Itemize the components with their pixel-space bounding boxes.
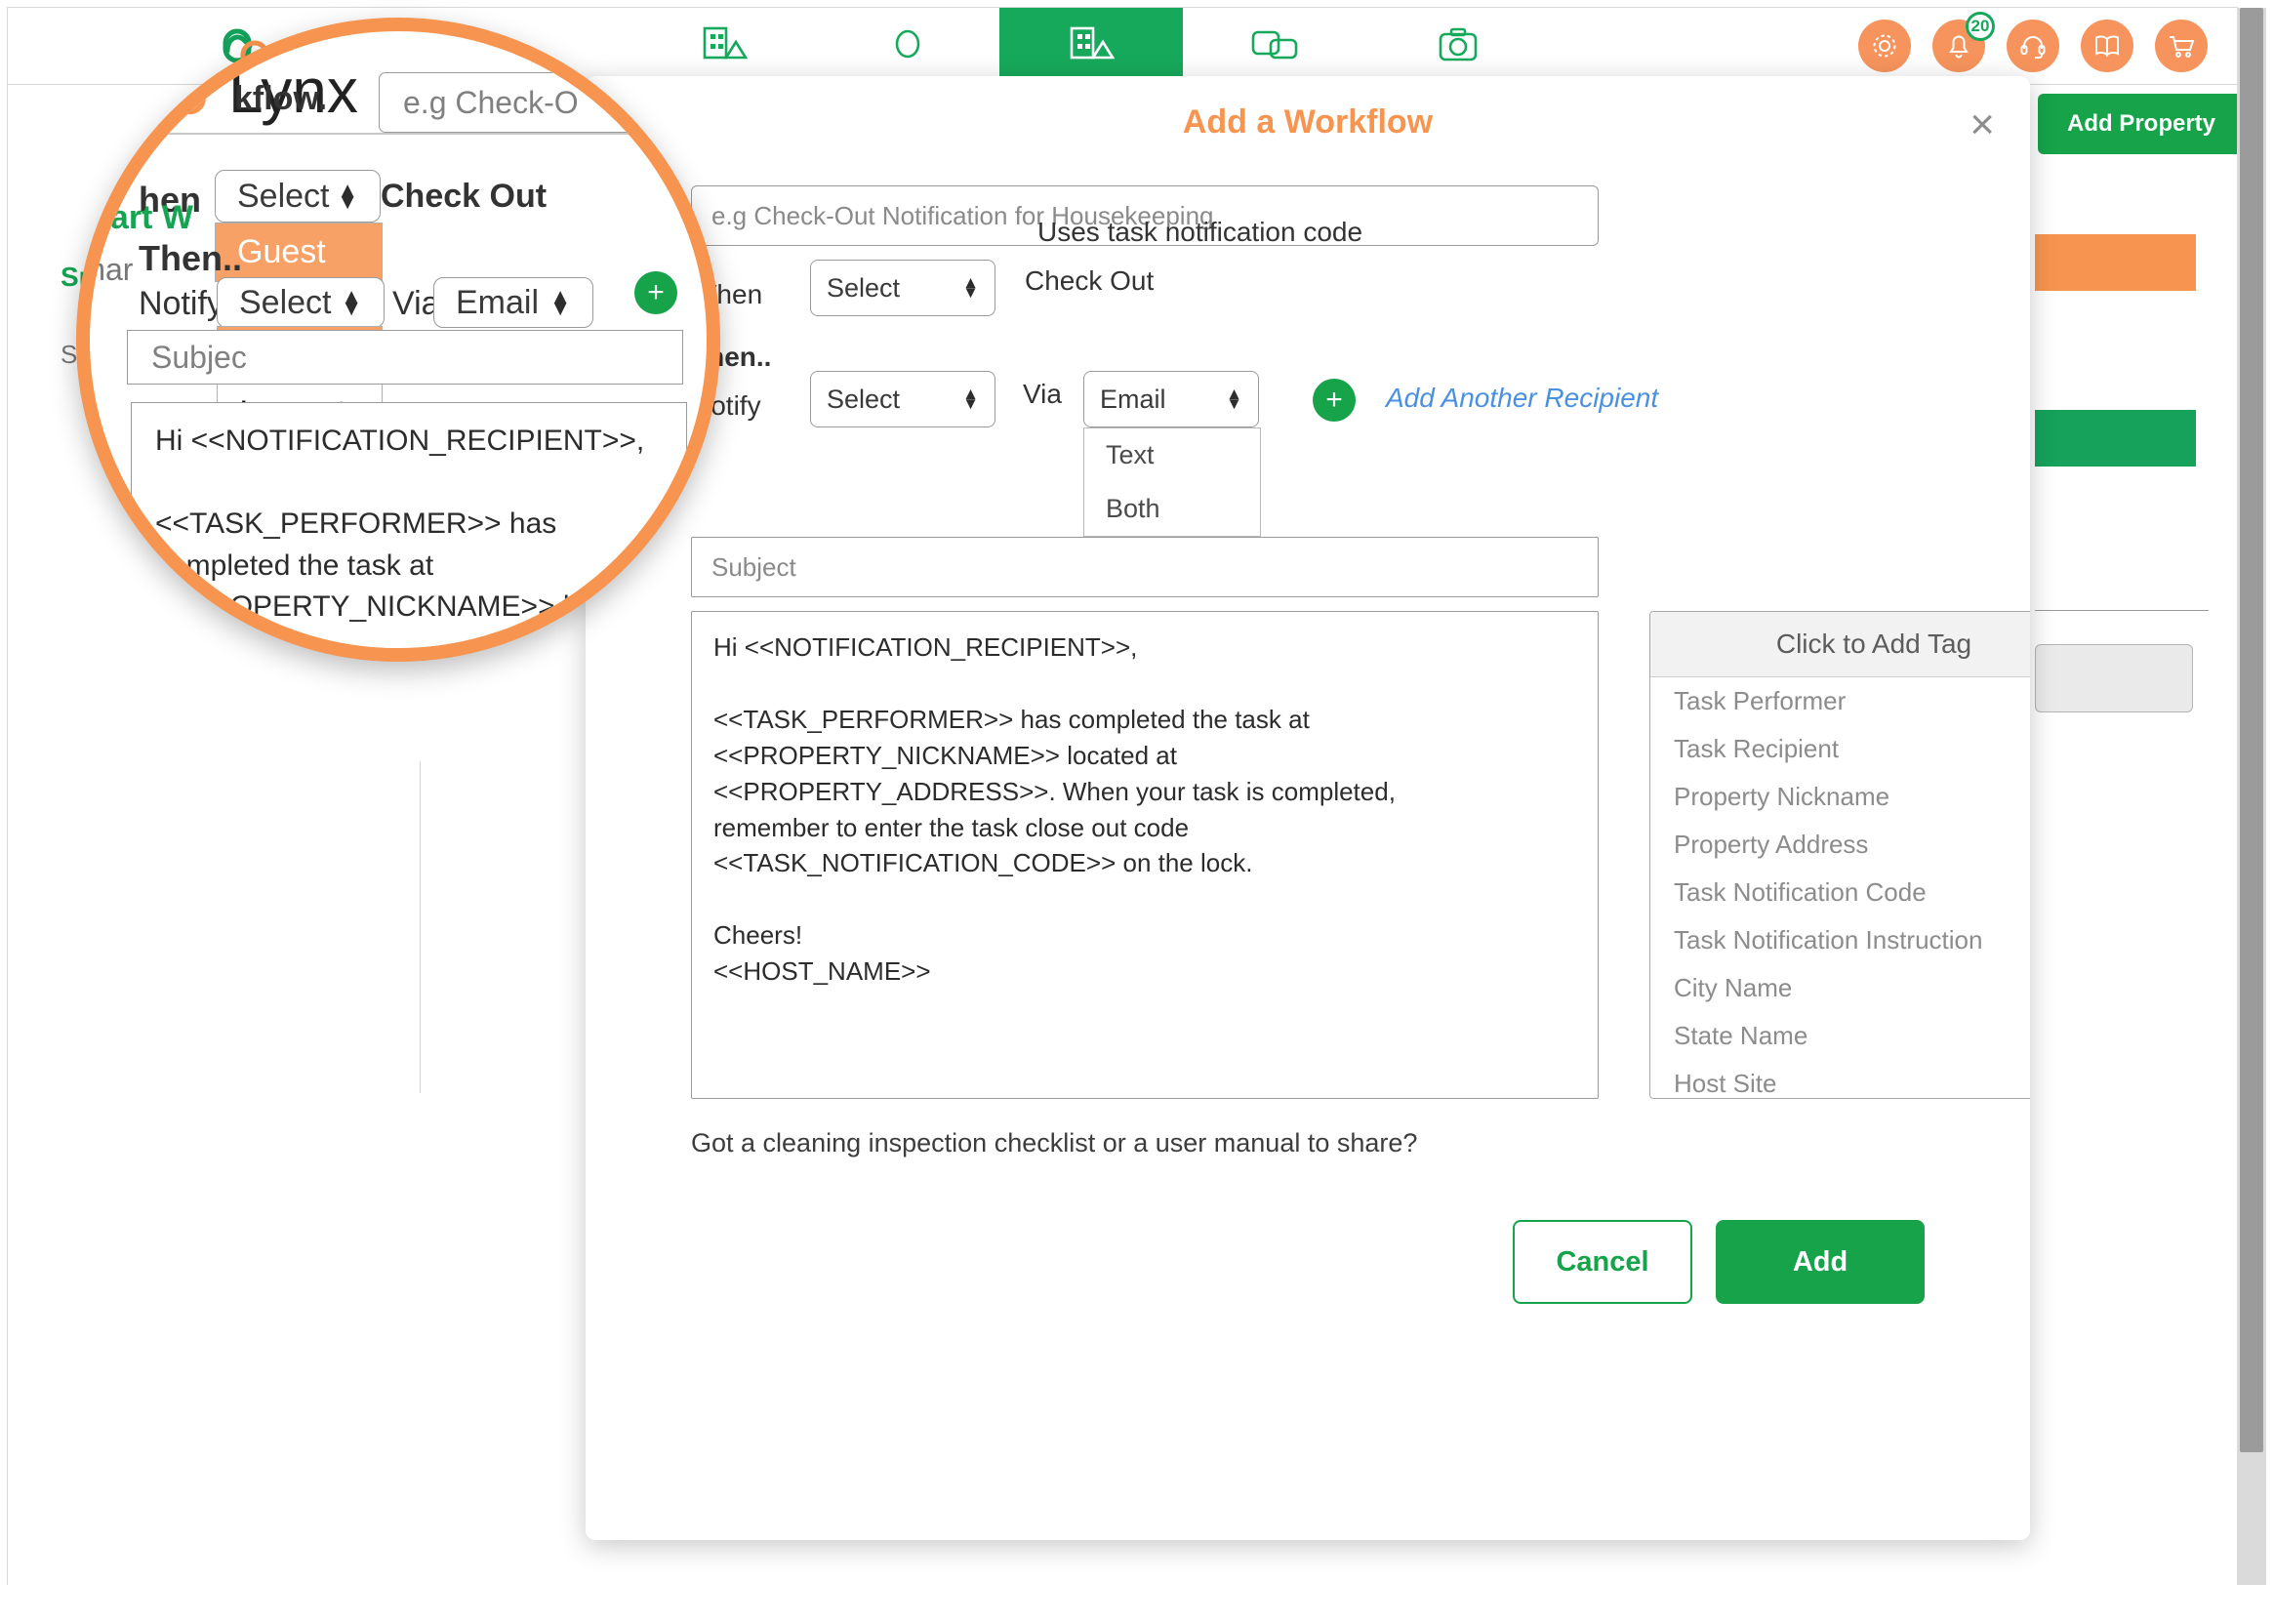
add-button[interactable]: Add	[1716, 1220, 1925, 1304]
nav-item-reports[interactable]	[1366, 8, 1550, 84]
notify-select[interactable]: Select ▲▼	[810, 371, 995, 427]
notification-badge: 20	[1966, 12, 1995, 41]
knowledge-base-button[interactable]	[2081, 20, 2133, 72]
bottom-white-bar	[0, 1585, 2274, 1624]
cancel-button[interactable]: Cancel	[1513, 1220, 1692, 1304]
chevron-updown-icon: ▲▼	[1226, 389, 1242, 408]
via-options-dropdown[interactable]: Text Both	[1083, 427, 1261, 537]
via-option-text[interactable]: Text	[1084, 428, 1260, 482]
magnified-then-label: Then..	[139, 238, 242, 279]
headset-icon	[2018, 32, 2048, 60]
magnifier-content: Lynx kflow. e.g Check-O hen Select ▲▼ Ch…	[90, 31, 720, 662]
background-green-bar	[2035, 410, 2196, 467]
modal-title: Add a Workflow	[586, 103, 2030, 142]
when-event-label: Check Out	[1025, 265, 1154, 297]
background-orange-bar	[2035, 234, 2196, 291]
tag-item-task-performer[interactable]: Task Performer	[1650, 677, 2030, 725]
store-button[interactable]	[2155, 20, 2208, 72]
nav-item-guests[interactable]	[816, 8, 999, 84]
via-select[interactable]: Email ▲▼	[1083, 371, 1259, 427]
message-body-textarea[interactable]	[691, 611, 1599, 1099]
add-property-button[interactable]: Add Property	[2038, 94, 2245, 154]
magnified-subject-input[interactable]: Subjec	[127, 330, 683, 385]
magnified-via-select-value: Email	[456, 284, 539, 322]
close-icon[interactable]: ×	[1969, 103, 1995, 146]
background-divider	[2035, 610, 2209, 611]
magnified-header-rule	[90, 133, 636, 135]
nav-item-smart-workflows[interactable]	[999, 8, 1183, 84]
add-recipient-plus-button[interactable]: +	[1313, 379, 1356, 422]
tag-item-property-address[interactable]: Property Address	[1650, 821, 2030, 869]
background-grey-box	[2035, 644, 2193, 712]
app-root: Lynx	[0, 0, 2274, 1624]
via-label: Via	[1023, 379, 1062, 410]
uses-task-notification-code-note: Uses task notification code	[1037, 217, 1362, 248]
tag-item-task-notification-instruction[interactable]: Task Notification Instruction	[1650, 916, 2030, 964]
magnified-partial-heading: kflow.	[234, 80, 327, 118]
magnified-via-select[interactable]: Email ▲▼	[433, 277, 593, 328]
tag-item-city-name[interactable]: City Name	[1650, 964, 2030, 1012]
magnified-notify-select[interactable]: Select ▲▼	[217, 277, 385, 328]
support-button[interactable]	[2007, 20, 2059, 72]
cart-icon	[2167, 32, 2196, 60]
magnified-add-recipient-plus-button[interactable]: +	[634, 271, 677, 314]
page-scrollbar-thumb[interactable]	[2240, 8, 2263, 1452]
chevron-updown-icon: ▲▼	[962, 389, 979, 408]
chevron-updown-icon: ▲▼	[962, 278, 979, 297]
nav-right-icons: 20	[1858, 20, 2208, 72]
via-option-both[interactable]: Both	[1084, 482, 1260, 536]
attachment-note: Got a cleaning inspection checklist or a…	[691, 1128, 1417, 1158]
tag-item-state-name[interactable]: State Name	[1650, 1012, 2030, 1060]
when-select[interactable]: Select ▲▼	[810, 260, 995, 316]
lynx-link-icon	[146, 53, 217, 128]
book-icon	[2092, 32, 2122, 60]
tag-item-task-notification-code[interactable]: Task Notification Code	[1650, 869, 2030, 916]
notify-select-value: Select	[827, 385, 900, 415]
page-scrollbar-track[interactable]	[2237, 8, 2266, 1585]
tag-item-host-site[interactable]: Host Site	[1650, 1060, 2030, 1099]
magnified-notify-label: Notify	[139, 285, 223, 323]
chevron-updown-icon: ▲▼	[337, 184, 358, 209]
nav-item-devices[interactable]	[1183, 8, 1366, 84]
settings-button[interactable]	[1858, 20, 1911, 72]
when-select-value: Select	[827, 273, 900, 304]
tag-item-task-recipient[interactable]: Task Recipient	[1650, 725, 2030, 773]
background-vertical-divider	[420, 761, 421, 1093]
via-select-value: Email	[1100, 385, 1166, 415]
magnified-message-body[interactable]: Hi <<NOTIFICATION_RECIPIENT>>, <<TASK_PE…	[131, 402, 687, 662]
magnified-when-event-label: Check Out	[381, 178, 547, 216]
notifications-button[interactable]: 20	[1932, 20, 1985, 72]
magnified-notify-select-value: Select	[239, 284, 332, 322]
add-workflow-modal: Add a Workflow × When Select ▲▼ Check Ou…	[586, 76, 2030, 1540]
tag-panel-header: Click to Add Tag	[1650, 612, 2030, 677]
add-another-recipient-link[interactable]: Add Another Recipient	[1386, 383, 1658, 414]
magnified-when-select-value: Select	[237, 178, 330, 216]
tag-panel: Click to Add Tag Task Performer Task Rec…	[1649, 611, 2030, 1099]
tag-item-property-nickname[interactable]: Property Nickname	[1650, 773, 2030, 821]
magnified-when-select[interactable]: Select ▲▼	[215, 170, 381, 223]
magnified-workflow-name-input[interactable]: e.g Check-O	[379, 72, 671, 133]
subject-input[interactable]	[691, 537, 1599, 597]
chevron-updown-icon: ▲▼	[549, 291, 571, 315]
modal-action-buttons: Cancel Add	[1513, 1220, 1925, 1304]
nav-icon-group	[632, 8, 1550, 84]
gear-icon	[1870, 31, 1899, 61]
magnified-smart-heading: Smart W	[76, 199, 193, 237]
magnifier-loupe: Lynx kflow. e.g Check-O hen Select ▲▼ Ch…	[76, 18, 720, 662]
chevron-updown-icon: ▲▼	[341, 291, 362, 315]
